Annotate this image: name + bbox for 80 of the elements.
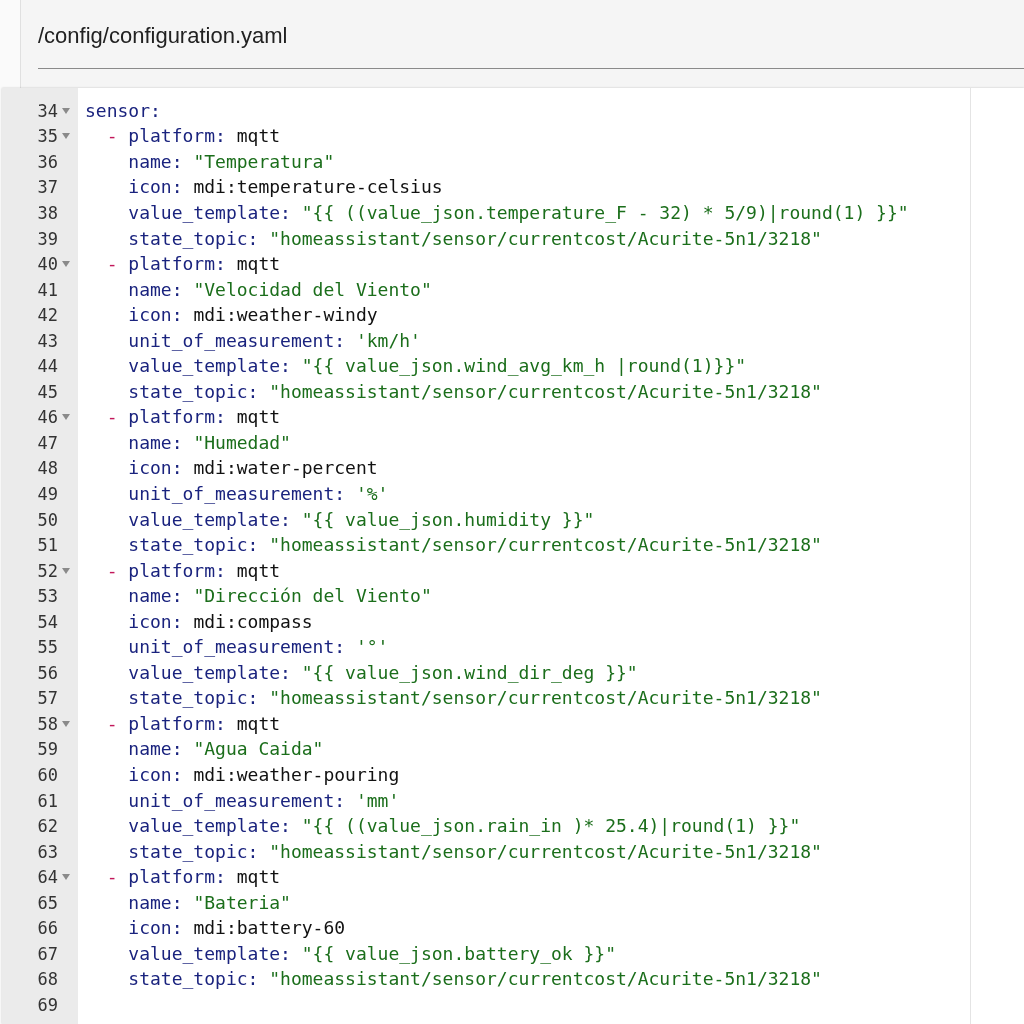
line-number: 45 bbox=[37, 381, 58, 402]
line-number: 44 bbox=[37, 356, 58, 377]
line-number: 47 bbox=[37, 432, 58, 453]
fold-arrow-icon[interactable] bbox=[62, 414, 70, 421]
code-line: - platform: mqtt bbox=[105, 253, 281, 276]
fold-arrow-icon[interactable] bbox=[62, 720, 70, 727]
line-number: 58 bbox=[37, 713, 58, 734]
line-number: 65 bbox=[37, 892, 58, 913]
code-line: state_topic: "homeassistant/sensor/currentcost/Acurite-5n1/3218" bbox=[127, 380, 822, 403]
code-line: - platform: mqtt bbox=[105, 125, 281, 148]
code-line: unit_of_measurement: 'mm' bbox=[127, 789, 400, 812]
line-number: 37 bbox=[37, 177, 58, 198]
code-line: name: "Bateria" bbox=[127, 891, 291, 914]
code-line: icon: mdi:compass bbox=[127, 610, 313, 633]
code-line: unit_of_measurement: '%' bbox=[127, 482, 389, 505]
code-line: name: "Velocidad del Viento" bbox=[127, 278, 432, 301]
line-number: 61 bbox=[37, 790, 58, 811]
line-number: 41 bbox=[37, 279, 58, 300]
line-number: 54 bbox=[37, 611, 58, 632]
code-line: - platform: mqtt bbox=[105, 559, 281, 582]
fold-arrow-icon[interactable] bbox=[62, 133, 70, 140]
line-number: 63 bbox=[37, 841, 58, 862]
line-number: 49 bbox=[37, 483, 58, 504]
fold-arrow-icon[interactable] bbox=[62, 567, 70, 574]
code-line: value_template: "{{ value_json.wind_avg_km_h |round(1)}}" bbox=[127, 355, 747, 378]
code-line: value_template: "{{ value_json.humidity }}" bbox=[127, 508, 595, 531]
line-number: 60 bbox=[37, 765, 58, 785]
code-line: value_template: "{{ ((value_json.rain_in )* 25.4)|round(1) }}" bbox=[127, 815, 801, 838]
code-line: name: "Humedad" bbox=[127, 431, 291, 454]
line-number: 40 bbox=[37, 254, 58, 275]
code-line: name: "Temperatura" bbox=[127, 150, 335, 173]
code-line: icon: mdi:water-percent bbox=[127, 457, 378, 480]
fold-arrow-icon[interactable] bbox=[62, 107, 70, 114]
code-line: - platform: mqtt bbox=[105, 406, 281, 429]
code-line: - platform: mqtt bbox=[105, 866, 281, 889]
code-line: value_template: "{{ value_json.battery_ok }}" bbox=[127, 942, 616, 965]
line-number: 36 bbox=[37, 151, 58, 172]
code-line: state_topic: "homeassistant/sensor/currentcost/Acurite-5n1/3218" bbox=[127, 534, 822, 557]
code-line: icon: mdi:temperature-celsius bbox=[127, 176, 443, 199]
line-number: 51 bbox=[37, 535, 58, 556]
code-line: icon: mdi:battery-60 bbox=[127, 917, 346, 940]
line-number: 64 bbox=[37, 867, 58, 888]
code-line: state_topic: "homeassistant/sensor/currentcost/Acurite-5n1/3218" bbox=[127, 968, 822, 991]
code-line: state_topic: "homeassistant/sensor/currentcost/Acurite-5n1/3218" bbox=[127, 227, 822, 250]
line-number: 55 bbox=[37, 637, 58, 658]
fold-arrow-icon[interactable] bbox=[62, 261, 70, 268]
code-line: state_topic: "homeassistant/sensor/currentcost/Acurite-5n1/3218" bbox=[127, 840, 822, 863]
line-number: 50 bbox=[37, 509, 58, 530]
line-number: 38 bbox=[37, 202, 58, 223]
line-number: 42 bbox=[37, 305, 58, 326]
code-line: icon: mdi:weather-windy bbox=[127, 304, 378, 327]
line-number: 68 bbox=[37, 969, 58, 990]
fold-arrow-icon[interactable] bbox=[62, 874, 70, 881]
line-number: 57 bbox=[37, 688, 58, 709]
line-number: 52 bbox=[37, 560, 58, 581]
line-number: 48 bbox=[37, 458, 58, 479]
code-line: value_template: "{{ value_json.wind_dir_deg }}" bbox=[127, 661, 638, 684]
line-number: 67 bbox=[37, 943, 58, 964]
line-number: 62 bbox=[37, 816, 58, 837]
line-number: 34 bbox=[37, 100, 58, 121]
file-path-title: /config/configuration.yaml bbox=[38, 22, 288, 50]
code-line: - platform: mqtt bbox=[105, 712, 281, 735]
line-number: 69 bbox=[37, 994, 58, 1015]
line-number: 53 bbox=[37, 586, 58, 607]
line-number: 66 bbox=[37, 918, 58, 939]
code-line: name: "Dirección del Viento" bbox=[127, 585, 432, 608]
line-number: 59 bbox=[37, 739, 58, 760]
line-number: 56 bbox=[37, 662, 58, 683]
code-line: icon: mdi:weather-pouring bbox=[127, 764, 400, 786]
code-line: value_template: "{{ ((value_json.temperature_F - 32) * 5/9)|round(1) }}" bbox=[127, 201, 909, 224]
line-number: 43 bbox=[37, 330, 58, 351]
code-editor[interactable] bbox=[2, 88, 1024, 1024]
code-line: name: "Agua Caida" bbox=[127, 738, 324, 761]
code-line: state_topic: "homeassistant/sensor/currentcost/Acurite-5n1/3218" bbox=[127, 687, 822, 710]
code-line: unit_of_measurement: 'km/h' bbox=[127, 329, 421, 352]
code-line: sensor: bbox=[85, 99, 161, 122]
line-number: 39 bbox=[37, 228, 58, 249]
line-number: 35 bbox=[37, 126, 58, 147]
line-number: 46 bbox=[37, 407, 58, 428]
code-line: unit_of_measurement: '°' bbox=[127, 636, 389, 659]
